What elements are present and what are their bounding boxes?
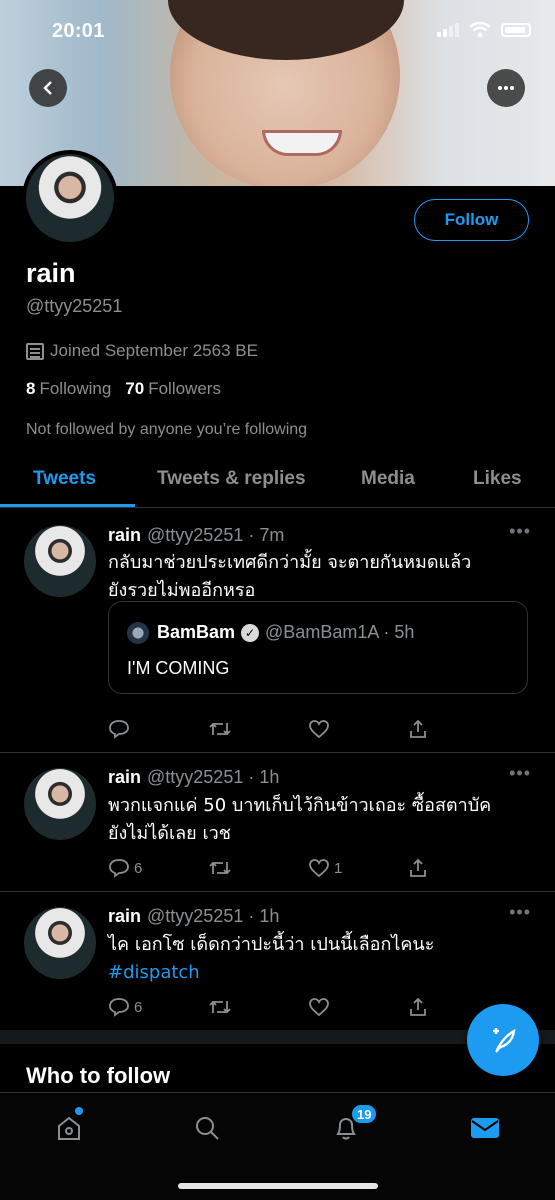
tweet-actions: 6 <box>108 997 468 1017</box>
tweet[interactable]: rain @ttyy25251 · 1h ••• ไค เอกโซ เด็ดกว่… <box>0 893 555 1030</box>
tweet-header: rain @ttyy25251 · 1h <box>108 906 280 926</box>
more-horizontal-icon <box>498 86 514 90</box>
reply-count: 6 <box>134 859 143 877</box>
share-button[interactable] <box>408 997 468 1017</box>
retweet-icon <box>209 722 231 736</box>
quoted-header: BamBam ✓ @BamBam1A · 5h <box>157 622 415 642</box>
nav-search[interactable] <box>190 1111 224 1145</box>
like-button[interactable] <box>308 997 368 1017</box>
tab-tweets[interactable]: Tweets <box>33 468 96 490</box>
retweet-button[interactable] <box>208 997 268 1017</box>
follow-button[interactable]: Follow <box>414 199 529 241</box>
tweet[interactable]: rain @ttyy25251 · 1h ••• พวกแจกแค่ 50 บาท… <box>0 754 555 892</box>
chevron-left-icon <box>43 81 52 95</box>
who-to-follow-heading: Who to follow <box>26 1063 171 1088</box>
share-button[interactable] <box>408 719 468 739</box>
reply-button[interactable]: 6 <box>108 858 168 878</box>
wifi-icon <box>469 22 491 38</box>
not-followed-note: Not followed by anyone you’re following <box>26 421 308 438</box>
tweet-avatar[interactable] <box>24 768 96 840</box>
tweet-avatar[interactable] <box>24 525 96 597</box>
mail-icon <box>471 1118 499 1138</box>
tweet-more-icon[interactable]: ••• <box>509 902 531 923</box>
reply-icon <box>109 998 129 1017</box>
calendar-icon <box>26 342 44 360</box>
quoted-avatar <box>127 622 149 644</box>
reply-icon <box>109 859 129 878</box>
joined-date: Joined September 2563 BE <box>26 341 258 361</box>
tweet-text: กลับมาช่วยประเทศดีกว่ามั้ย จะตายกันหมดแล… <box>108 552 472 601</box>
follow-counts: 8 Following 70 Followers <box>26 379 221 399</box>
profile-avatar[interactable] <box>22 150 118 246</box>
tweet-more-icon[interactable]: ••• <box>509 763 531 784</box>
heart-icon <box>309 859 329 878</box>
like-count: 1 <box>334 859 343 877</box>
like-button[interactable]: 1 <box>308 858 368 878</box>
signal-icon <box>437 23 459 37</box>
like-button[interactable] <box>308 719 368 739</box>
search-icon <box>196 1117 219 1140</box>
retweet-button[interactable] <box>208 719 268 739</box>
back-button[interactable] <box>29 69 67 107</box>
tweet-header: rain @ttyy25251 · 7m <box>108 525 285 545</box>
battery-icon <box>501 23 531 37</box>
status-time: 20:01 <box>52 20 105 42</box>
compose-tweet-button[interactable] <box>467 1004 539 1076</box>
nav-messages[interactable] <box>468 1111 502 1145</box>
reply-count: 6 <box>134 998 143 1016</box>
tab-tweets-replies[interactable]: Tweets & replies <box>157 468 306 490</box>
profile-tabs: Tweets Tweets & replies Media Likes <box>0 456 555 508</box>
tweet-text: พวกแจกแค่ 50 บาทเก็บไว้กินข้าวเถอะ ซื้อส… <box>108 795 492 844</box>
active-tab-indicator <box>0 504 135 507</box>
share-icon <box>410 997 426 1016</box>
tweet-actions <box>108 719 468 739</box>
tab-likes[interactable]: Likes <box>473 468 522 490</box>
tweet-avatar[interactable] <box>24 907 96 979</box>
verified-icon: ✓ <box>241 623 260 642</box>
tweet-more-icon[interactable]: ••• <box>509 521 531 542</box>
compose-feather-icon <box>493 1028 516 1053</box>
following-link[interactable]: 8 Following <box>26 379 111 399</box>
profile-handle: @ttyy25251 <box>26 296 123 316</box>
profile-name: rain <box>26 258 76 288</box>
reply-icon <box>109 720 129 739</box>
share-icon <box>410 858 426 877</box>
home-icon <box>58 1116 80 1140</box>
tweet-actions: 6 1 <box>108 858 468 878</box>
tweet-header: rain @ttyy25251 · 1h <box>108 767 280 787</box>
reply-button[interactable]: 6 <box>108 997 168 1017</box>
quoted-tweet[interactable]: BamBam ✓ @BamBam1A · 5h I'M COMING <box>108 601 528 694</box>
hashtag-link[interactable]: #dispatch <box>108 959 528 987</box>
joined-label: Joined September 2563 BE <box>50 341 258 360</box>
heart-icon <box>309 720 329 739</box>
retweet-icon <box>209 861 231 875</box>
tweet[interactable]: rain @ttyy25251 · 7m ••• กลับมาช่วยประเทศ… <box>0 509 555 753</box>
home-unread-dot <box>75 1107 83 1115</box>
share-button[interactable] <box>408 858 468 878</box>
retweet-icon <box>209 1000 231 1014</box>
more-options-button[interactable] <box>487 69 525 107</box>
retweet-button[interactable] <box>208 858 268 878</box>
tab-media[interactable]: Media <box>361 468 415 490</box>
notification-badge: 19 <box>350 1103 379 1125</box>
tweet-text: ไค เอกโซ เด็ดกว่าปะนี้ว่า เปนนี้เลือกไคน… <box>108 931 528 987</box>
quoted-text: I'M COMING <box>127 658 230 678</box>
reply-button[interactable] <box>108 719 168 739</box>
nav-home[interactable] <box>52 1111 86 1145</box>
followers-link[interactable]: 70 Followers <box>125 379 221 399</box>
status-bar: 20:01 <box>0 14 555 48</box>
share-icon <box>410 719 426 738</box>
heart-icon <box>309 998 329 1017</box>
home-indicator <box>178 1183 378 1189</box>
